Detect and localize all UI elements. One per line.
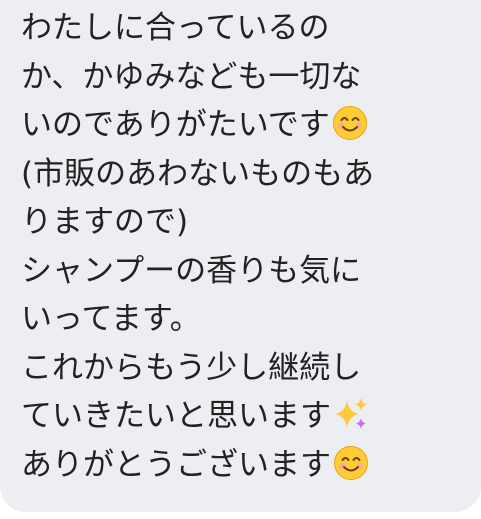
message-line-5: りますので) (21, 202, 481, 251)
sparkles-icon (335, 398, 367, 429)
message-line-10: ありがとうございます (21, 445, 481, 494)
message-text: これからもう少し継続し (21, 349, 362, 386)
message-text: シャンプーの香りも気に (21, 252, 362, 289)
message-line-3: いのでありがたいです (21, 105, 481, 154)
message-text: ていきたいと思います (21, 398, 331, 434)
message-text: ありがとうございます (21, 446, 331, 483)
message-line-7: いってます。 (21, 299, 481, 348)
message-text: か、かゆみなども一切な (21, 58, 362, 95)
message-text: (市販のあわないものもあ (21, 155, 375, 192)
message-bubble: わたしに合っているの か、かゆみなども一切な いのでありがたいです (市販のあわ… (0, 0, 481, 512)
smiling-face-icon (332, 106, 367, 140)
message-text: わたしに合っているの (21, 10, 330, 46)
message-line-4: (市販のあわないものもあ (21, 154, 481, 203)
message-text: いってます。 (21, 301, 201, 337)
message-text: いのでありがたいです (21, 107, 330, 143)
message-line-2: か、かゆみなども一切な (21, 57, 481, 106)
message-line-8: これからもう少し継続し (21, 348, 481, 397)
smiling-face-icon (334, 445, 368, 480)
message-line-9: ていきたいと思います (21, 396, 481, 445)
message-line-1: わたしに合っているの (21, 8, 481, 57)
message-line-6: シャンプーの香りも気に (21, 251, 481, 300)
message-text: りますので) (21, 204, 189, 240)
